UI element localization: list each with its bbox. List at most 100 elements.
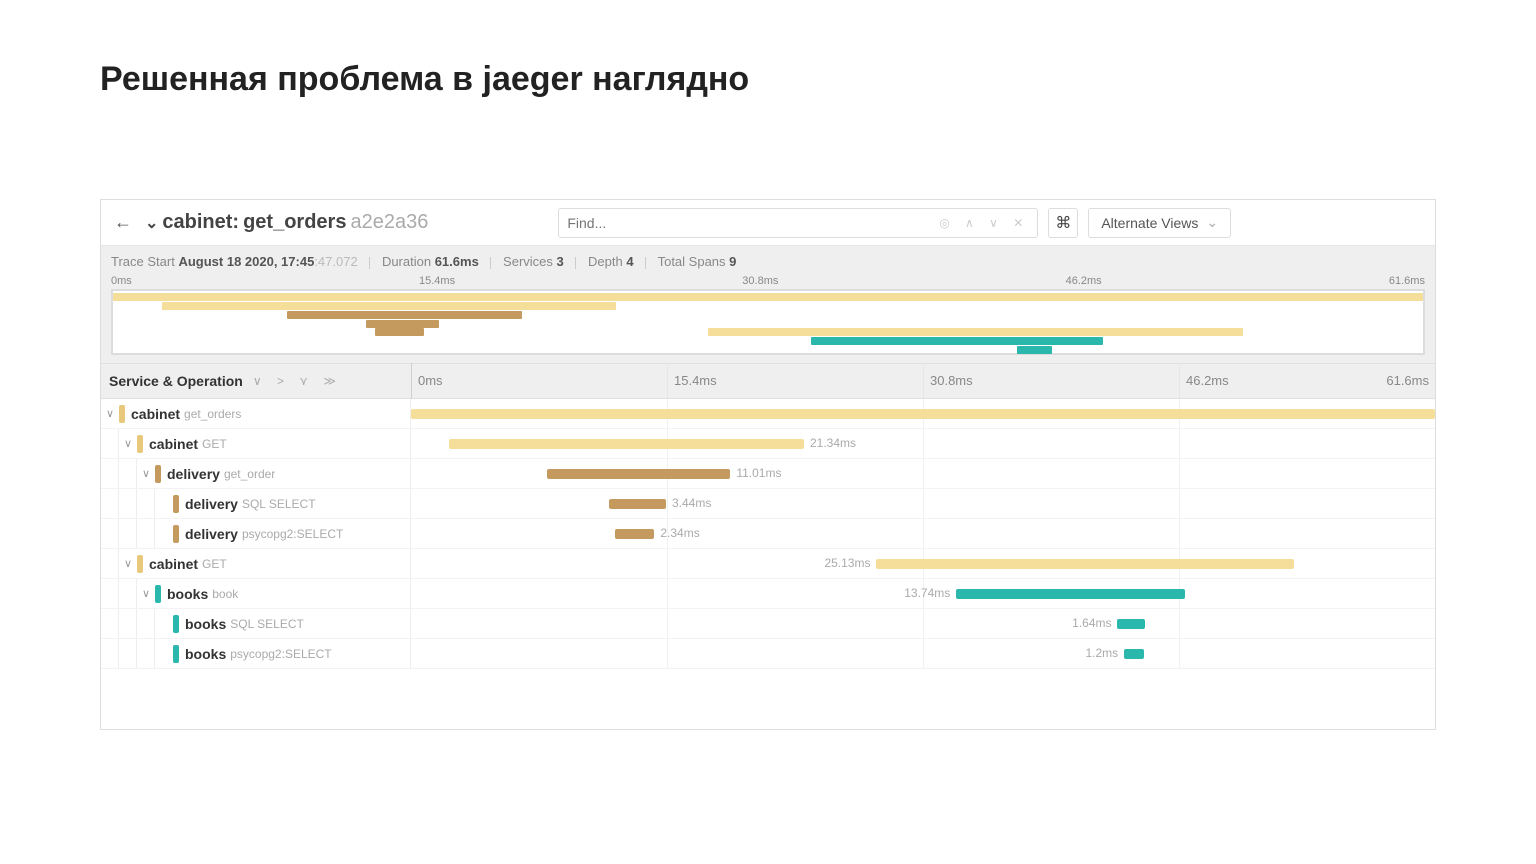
span-row-label[interactable]: bookspsycopg2:SELECT <box>101 639 411 668</box>
span-row[interactable]: deliverySQL SELECT3.44ms <box>101 489 1435 519</box>
span-row[interactable]: ∨cabinetGET21.34ms <box>101 429 1435 459</box>
span-bar <box>449 439 804 449</box>
depth-guide <box>137 489 155 518</box>
minimap-bar <box>162 302 616 310</box>
duration-label: 1.64ms <box>1072 616 1111 630</box>
meta-services-label: Services <box>503 254 553 269</box>
span-timeline[interactable] <box>411 399 1435 428</box>
jaeger-panel: ← ⌄ cabinet: get_orders a2e2a36 ◎ ∧ ∨ ✕ … <box>100 199 1436 730</box>
grid-line <box>667 549 668 578</box>
minimap[interactable] <box>111 289 1425 355</box>
grid-line <box>1179 459 1180 488</box>
service-color-swatch <box>137 555 143 573</box>
expand-chevron-icon[interactable]: ∨ <box>119 437 137 450</box>
depth-guide <box>119 579 137 608</box>
span-row[interactable]: deliverypsycopg2:SELECT2.34ms <box>101 519 1435 549</box>
minimap-bar <box>287 311 521 319</box>
trace-header: ← ⌄ cabinet: get_orders a2e2a36 ◎ ∧ ∨ ✕ … <box>101 200 1435 246</box>
service-color-swatch <box>173 615 179 633</box>
operation-name: GET <box>202 437 227 451</box>
alternate-views-label: Alternate Views <box>1101 215 1198 231</box>
span-row-label[interactable]: ∨cabinetGET <box>101 549 411 578</box>
alternate-views-dropdown[interactable]: Alternate Views ⌄ <box>1088 208 1231 238</box>
service-color-swatch <box>155 585 161 603</box>
span-timeline[interactable]: 11.01ms <box>411 459 1435 488</box>
expand-chevron-icon[interactable]: ∨ <box>137 467 155 480</box>
span-row[interactable]: ∨cabinetGET 25.13ms <box>101 549 1435 579</box>
depth-guide <box>101 489 119 518</box>
grid-line <box>667 609 668 638</box>
trace-title-wrap[interactable]: ⌄ cabinet: get_orders a2e2a36 <box>145 211 428 234</box>
operation-name: SQL SELECT <box>230 617 304 631</box>
span-row[interactable]: ∨ cabinet get_orders <box>101 399 1435 429</box>
service-color-swatch <box>173 525 179 543</box>
grid-line <box>1179 519 1180 548</box>
duration-label: 25.13ms <box>824 556 870 570</box>
service-operation-header: Service & Operation ∨ > ⋎ ≫ <box>101 373 411 389</box>
span-timeline[interactable]: 21.34ms <box>411 429 1435 458</box>
span-row-label[interactable]: books SQL SELECT <box>101 609 411 638</box>
span-row-label[interactable]: ∨cabinetGET <box>101 429 411 458</box>
grid-line <box>923 459 924 488</box>
depth-guide <box>101 429 119 458</box>
depth-guide <box>101 609 119 638</box>
depth-guide <box>137 519 155 548</box>
span-bar <box>411 409 1435 419</box>
span-timeline[interactable]: 13.74ms <box>411 579 1435 608</box>
span-row[interactable]: ∨deliveryget_order11.01ms <box>101 459 1435 489</box>
grid-line <box>923 519 924 548</box>
tree-expand-controls[interactable]: ∨ > ⋎ ≫ <box>253 374 342 388</box>
depth-guide <box>101 549 119 578</box>
back-button[interactable]: ← <box>111 212 135 233</box>
find-input-wrap[interactable]: ◎ ∧ ∨ ✕ <box>558 208 1038 238</box>
expand-chevron-icon[interactable]: ∨ <box>101 407 119 420</box>
minimap-bar <box>708 328 1242 336</box>
span-row-label[interactable]: ∨deliveryget_order <box>101 459 411 488</box>
operation-name: get_orders <box>184 407 241 421</box>
timeline-tick: 15.4ms <box>667 363 923 399</box>
find-input[interactable] <box>567 215 933 231</box>
span-timeline[interactable]: 2.34ms <box>411 519 1435 548</box>
service-operation-label: Service & Operation <box>109 373 243 389</box>
shortcut-button[interactable]: ⌘ <box>1048 208 1078 238</box>
span-row-label[interactable]: deliverypsycopg2:SELECT <box>101 519 411 548</box>
grid-line <box>923 489 924 518</box>
operation-name: book <box>212 587 238 601</box>
span-timeline[interactable]: 25.13ms <box>411 549 1435 578</box>
service-name: delivery <box>167 466 220 482</box>
find-controls[interactable]: ◎ ∧ ∨ ✕ <box>939 216 1029 230</box>
duration-label: 11.01ms <box>736 466 781 480</box>
span-bar <box>1117 619 1144 629</box>
depth-guide <box>119 519 137 548</box>
meta-services-value: 3 <box>557 254 564 269</box>
span-row-label[interactable]: ∨ cabinet get_orders <box>101 399 411 428</box>
service-name: books <box>185 616 226 632</box>
span-timeline[interactable]: 1.2ms <box>411 639 1435 668</box>
service-name: delivery <box>185 526 238 542</box>
grid-line <box>667 489 668 518</box>
depth-guide <box>119 489 137 518</box>
meta-duration-value: 61.6ms <box>435 254 479 269</box>
service-name: cabinet <box>131 406 180 422</box>
minimap-tick: 30.8ms <box>742 275 778 287</box>
span-timeline[interactable]: 3.44ms <box>411 489 1435 518</box>
span-row[interactable]: ∨booksbook13.74ms <box>101 579 1435 609</box>
grid-line <box>1179 609 1180 638</box>
span-row[interactable]: books SQL SELECT 1.64ms <box>101 609 1435 639</box>
expand-chevron-icon[interactable]: ∨ <box>119 557 137 570</box>
depth-guide <box>101 639 119 668</box>
grid-line <box>923 429 924 458</box>
trace-service: cabinet: <box>162 211 239 234</box>
expand-chevron-icon[interactable]: ∨ <box>137 587 155 600</box>
span-row-label[interactable]: ∨booksbook <box>101 579 411 608</box>
span-row-label[interactable]: deliverySQL SELECT <box>101 489 411 518</box>
depth-guide <box>101 459 119 488</box>
trace-id: a2e2a36 <box>350 211 428 234</box>
meta-spans-value: 9 <box>729 254 736 269</box>
columns-header: Service & Operation ∨ > ⋎ ≫ 0ms15.4ms30.… <box>101 363 1435 399</box>
service-name: books <box>185 646 226 662</box>
span-timeline[interactable]: 1.64ms <box>411 609 1435 638</box>
span-row[interactable]: bookspsycopg2:SELECT1.2ms <box>101 639 1435 669</box>
minimap-bar <box>375 328 425 336</box>
span-bar <box>615 529 654 539</box>
